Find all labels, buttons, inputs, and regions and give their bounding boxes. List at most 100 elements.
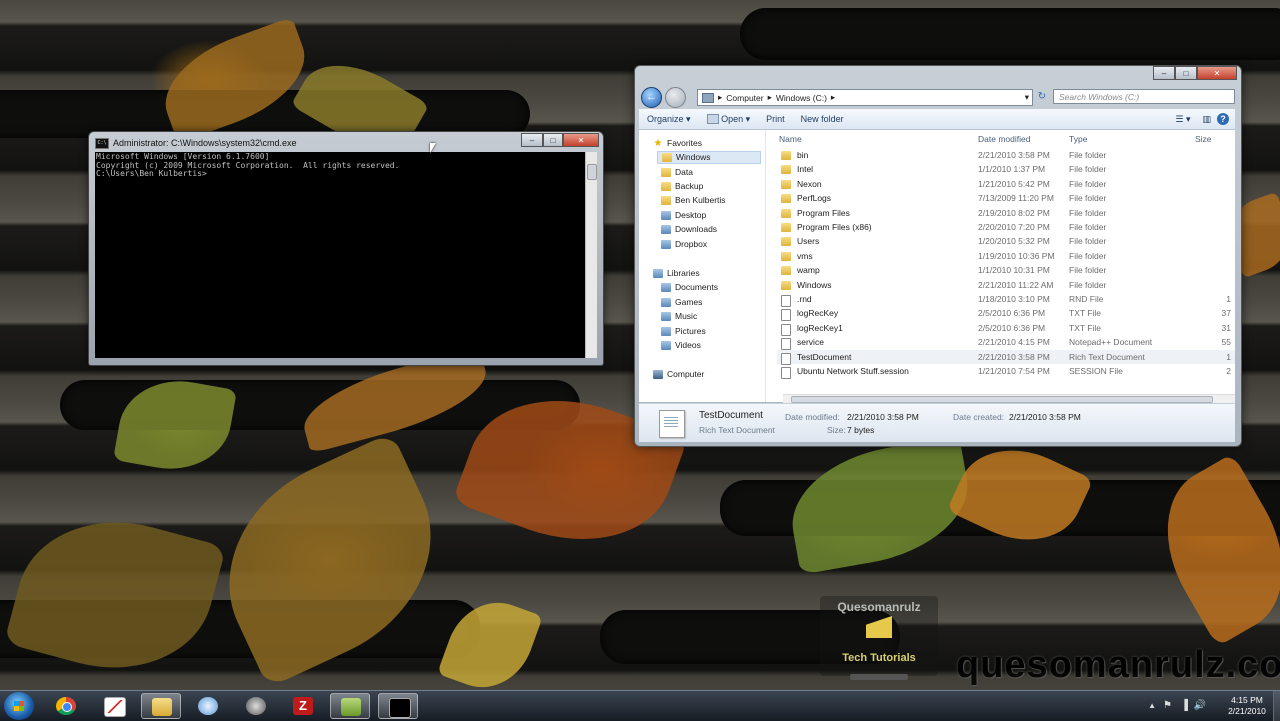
cmd-titlebar[interactable]: C:\ Administrator: C:\Windows\system32\c… [95, 135, 297, 151]
command-bar: Organize ▾ Open ▾ Print New folder ☰ ▾ ▥… [639, 109, 1235, 130]
nav-item-games[interactable]: Games [661, 296, 702, 309]
file-row[interactable]: Program Files 2/19/2010 8:02 PM File folde… [777, 206, 1235, 220]
cheese-icon [866, 616, 892, 638]
filezilla-icon[interactable]: Z [283, 693, 323, 719]
close-icon[interactable]: ✕ [563, 133, 599, 147]
windows-explorer-icon[interactable] [141, 693, 181, 719]
refresh-icon[interactable]: ↻ [1035, 89, 1049, 104]
column-header-date[interactable]: Date modified [978, 132, 1030, 146]
view-options-icon[interactable]: ☰ ▾ [1169, 114, 1196, 125]
dropbox-icon [661, 240, 671, 249]
nav-item-data[interactable]: Data [661, 166, 693, 179]
breadcrumb-drive[interactable]: Windows (C:) [776, 93, 827, 103]
maximize-icon[interactable]: □ [543, 133, 563, 147]
open-label: Open [721, 113, 744, 124]
nav-computer[interactable]: Computer [653, 368, 704, 381]
file-row[interactable]: Intel 1/1/2010 1:37 PM File folder [777, 162, 1235, 176]
clock[interactable]: 4:15 PM 2/21/2010 [1222, 695, 1272, 717]
gmail-icon[interactable] [94, 693, 134, 719]
downloads-icon [661, 225, 671, 234]
file-row[interactable]: Program Files (x86) 2/20/2010 7:20 PM File… [777, 220, 1235, 234]
file-row[interactable]: Users 1/20/2010 5:32 PM File folder [777, 234, 1235, 248]
nav-favorites[interactable]: ★ Favorites [653, 137, 702, 150]
file-row[interactable]: vms 1/19/2010 10:36 PM File folder [777, 249, 1235, 263]
file-row[interactable]: .rnd 1/18/2010 3:10 PM RND File 1 [777, 292, 1235, 307]
forward-arrow-icon[interactable]: → [665, 87, 686, 108]
file-date-modified: 7/13/2009 11:20 PM [978, 193, 1054, 204]
file-name: Windows [797, 279, 832, 290]
preview-pane-icon[interactable]: ▥ [1196, 114, 1217, 125]
file-row[interactable]: bin 2/21/2010 3:58 PM File folder [777, 148, 1235, 162]
file-icon [781, 309, 791, 322]
itunes-icon[interactable] [188, 693, 228, 719]
file-type: Rich Text Document [1069, 351, 1145, 362]
file-row[interactable]: Ubuntu Network Stuff.session 1/21/2010 7:… [777, 364, 1235, 379]
help-icon[interactable]: ? [1217, 113, 1229, 125]
details-date-created: 2/21/2010 3:58 PM [1009, 412, 1081, 422]
maximize-icon[interactable]: □ [1175, 66, 1197, 80]
nav-libraries[interactable]: Libraries [653, 267, 700, 280]
column-header-name[interactable]: Name [779, 132, 802, 146]
address-bar[interactable]: ▸ Computer ▸ Windows (C:) ▸ ▾ [697, 89, 1033, 106]
organize-button[interactable]: Organize ▾ [639, 114, 699, 125]
nav-item-videos[interactable]: Videos [661, 339, 701, 352]
file-name: vms [797, 250, 813, 261]
close-icon[interactable]: ✕ [1197, 66, 1237, 80]
file-type: File folder [1069, 178, 1107, 189]
breadcrumb-computer[interactable]: Computer [726, 93, 763, 103]
steam-icon[interactable] [236, 693, 276, 719]
back-arrow-icon[interactable]: ← [641, 87, 662, 108]
column-header-type[interactable]: Type [1069, 132, 1087, 146]
libraries-icon [653, 269, 663, 278]
nav-item-documents[interactable]: Documents [661, 281, 718, 294]
file-row[interactable]: logRecKey 2/5/2010 6:36 PM TXT File 37 [777, 306, 1235, 322]
file-row[interactable]: Windows 2/21/2010 11:22 AM File folder [777, 278, 1235, 292]
nav-item-desktop[interactable]: Desktop [661, 209, 706, 222]
file-name: TestDocument [797, 351, 852, 362]
scroll-thumb[interactable] [791, 396, 1213, 403]
print-button[interactable]: Print [758, 114, 793, 124]
nav-item-dropbox[interactable]: Dropbox [661, 238, 707, 251]
file-row[interactable]: wamp 1/1/2010 10:31 PM File folder [777, 263, 1235, 277]
file-row[interactable]: TestDocument 2/21/2010 3:58 PM Rich Text D… [777, 349, 1235, 365]
nav-item-backup[interactable]: Backup [661, 180, 703, 193]
new-folder-button[interactable]: New folder [793, 114, 852, 124]
cmd-scrollbar[interactable] [585, 152, 597, 358]
nav-item-windows[interactable]: Windows [657, 151, 761, 164]
scroll-thumb[interactable] [587, 164, 597, 180]
horizontal-scrollbar[interactable] [783, 394, 1235, 403]
document-icon [659, 410, 685, 438]
file-row[interactable]: Nexon 1/21/2010 5:42 PM File folder [777, 177, 1235, 191]
network-icon[interactable]: ▐ [1181, 700, 1188, 711]
file-icon [781, 295, 791, 307]
file-size: 1 [1226, 351, 1231, 362]
nav-item-label: Pictures [675, 326, 706, 336]
nav-item-pictures[interactable]: Pictures [661, 325, 706, 338]
nav-item-label: Ben Kulbertis [675, 195, 726, 205]
open-button[interactable]: Open ▾ [699, 114, 759, 125]
cmd-window[interactable]: C:\ Administrator: C:\Windows\system32\c… [88, 131, 604, 366]
notepad-icon[interactable] [330, 693, 370, 719]
show-desktop-button[interactable] [1273, 691, 1280, 721]
folder-icon [661, 196, 671, 205]
cmd-console[interactable]: Microsoft Windows [Version 6.1.7600] Copy… [95, 152, 585, 358]
file-row[interactable]: service 2/21/2010 4:15 PM Notepad++ Docume… [777, 335, 1235, 351]
nav-item-ben-kulbertis[interactable]: Ben Kulbertis [661, 194, 726, 207]
volume-icon[interactable]: 🔊 [1194, 700, 1206, 711]
start-orb-icon[interactable] [4, 692, 34, 720]
action-center-flag-icon[interactable]: ⚑ [1163, 700, 1172, 711]
search-input[interactable]: Search Windows (C:) [1053, 89, 1235, 104]
cmd-taskbar-icon[interactable] [378, 693, 418, 719]
minimize-icon[interactable]: – [521, 133, 543, 147]
nav-item-music[interactable]: Music [661, 310, 697, 323]
address-dropdown-icon[interactable]: ▾ [1025, 92, 1029, 103]
minimize-icon[interactable]: – [1153, 66, 1175, 80]
nav-item-downloads[interactable]: Downloads [661, 223, 717, 236]
file-date-modified: 1/1/2010 1:37 PM [978, 164, 1046, 175]
chrome-icon[interactable] [46, 693, 86, 719]
explorer-window[interactable]: – □ ✕ ← → ▸ Computer ▸ Windows (C:) ▸ ▾ … [634, 65, 1242, 447]
show-hidden-icons-icon[interactable]: ▲ [1148, 701, 1156, 710]
file-row[interactable]: logRecKey1 2/5/2010 6:36 PM TXT File 31 [777, 321, 1235, 336]
column-header-size[interactable]: Size [1195, 132, 1212, 146]
file-row[interactable]: PerfLogs 7/13/2009 11:20 PM File folder [777, 191, 1235, 205]
